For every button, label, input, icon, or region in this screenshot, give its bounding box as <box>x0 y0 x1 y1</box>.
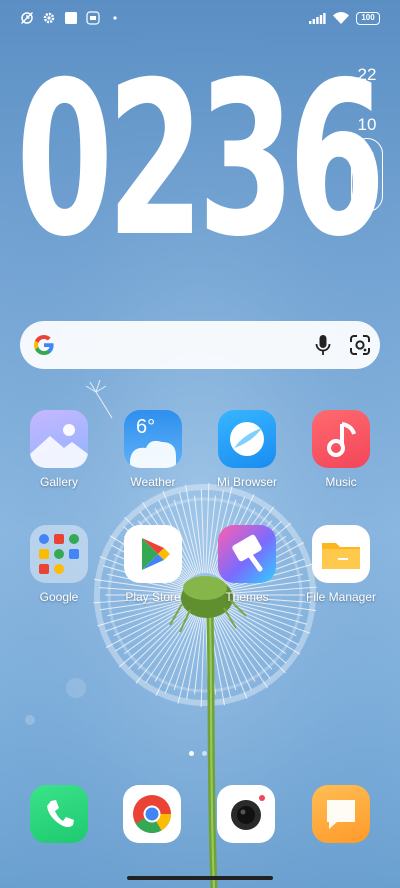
themes-icon <box>218 525 276 583</box>
app-mi-browser[interactable]: Mi Browser <box>202 410 292 500</box>
page-dot <box>202 751 207 756</box>
wifi-icon <box>333 12 349 24</box>
date-month: 10 <box>357 115 377 134</box>
google-lens-icon[interactable] <box>348 333 372 357</box>
gesture-nav-handle[interactable] <box>127 876 273 880</box>
play-store-icon <box>124 525 182 583</box>
app-label: Gallery <box>39 475 78 489</box>
music-icon <box>312 410 370 468</box>
app-gallery[interactable]: Gallery <box>14 410 104 500</box>
google-g-icon <box>34 335 54 355</box>
battery-icon: 100 <box>356 11 380 25</box>
date-widget[interactable]: 22 / 10 <box>350 62 384 137</box>
app-label: Mi Browser <box>216 475 277 489</box>
file-manager-icon <box>312 525 370 583</box>
phone-icon[interactable] <box>30 785 88 843</box>
app-google-folder[interactable]: Google <box>14 525 104 615</box>
app-label: Themes <box>225 590 269 604</box>
page-indicator[interactable] <box>189 751 207 756</box>
app-label: Google <box>39 590 79 604</box>
date-separator: / <box>364 90 370 109</box>
weekday-pill[interactable]: W e d <box>351 138 383 212</box>
signal-icon <box>309 13 326 24</box>
gallery-icon <box>30 410 88 468</box>
chrome-icon[interactable] <box>123 785 181 843</box>
silent-clock-icon <box>21 12 33 24</box>
weekday-letter: W <box>360 149 374 165</box>
weekday-letter: d <box>363 189 371 205</box>
app-label: Music <box>325 475 357 489</box>
square-notification-icon <box>65 12 77 24</box>
weekday-letter: e <box>363 169 371 185</box>
app-label: Weather <box>130 475 176 489</box>
app-label: File Manager <box>305 590 377 604</box>
camera-icon[interactable] <box>217 785 275 843</box>
microphone-icon[interactable] <box>312 333 334 357</box>
weather-icon: 6° <box>124 410 182 468</box>
app-file-manager[interactable]: File Manager <box>296 525 386 615</box>
messaging-icon[interactable] <box>312 785 370 843</box>
app-weather[interactable]: 6° Weather <box>108 410 198 500</box>
status-bar: 100 <box>0 0 400 38</box>
settings-gear-icon <box>43 12 55 24</box>
google-search-bar[interactable] <box>20 321 380 369</box>
mi-badge-icon <box>86 11 100 25</box>
app-label: Play Store <box>125 590 181 604</box>
app-music[interactable]: Music <box>296 410 386 500</box>
clock-time[interactable]: 0236 <box>16 50 386 270</box>
mi-browser-icon <box>218 410 276 468</box>
google-folder-icon <box>30 525 88 583</box>
dot-icon <box>113 16 117 20</box>
page-dot <box>189 751 194 756</box>
date-day: 22 <box>357 65 377 84</box>
app-themes[interactable]: Themes <box>202 525 292 615</box>
app-play-store[interactable]: Play Store <box>108 525 198 615</box>
